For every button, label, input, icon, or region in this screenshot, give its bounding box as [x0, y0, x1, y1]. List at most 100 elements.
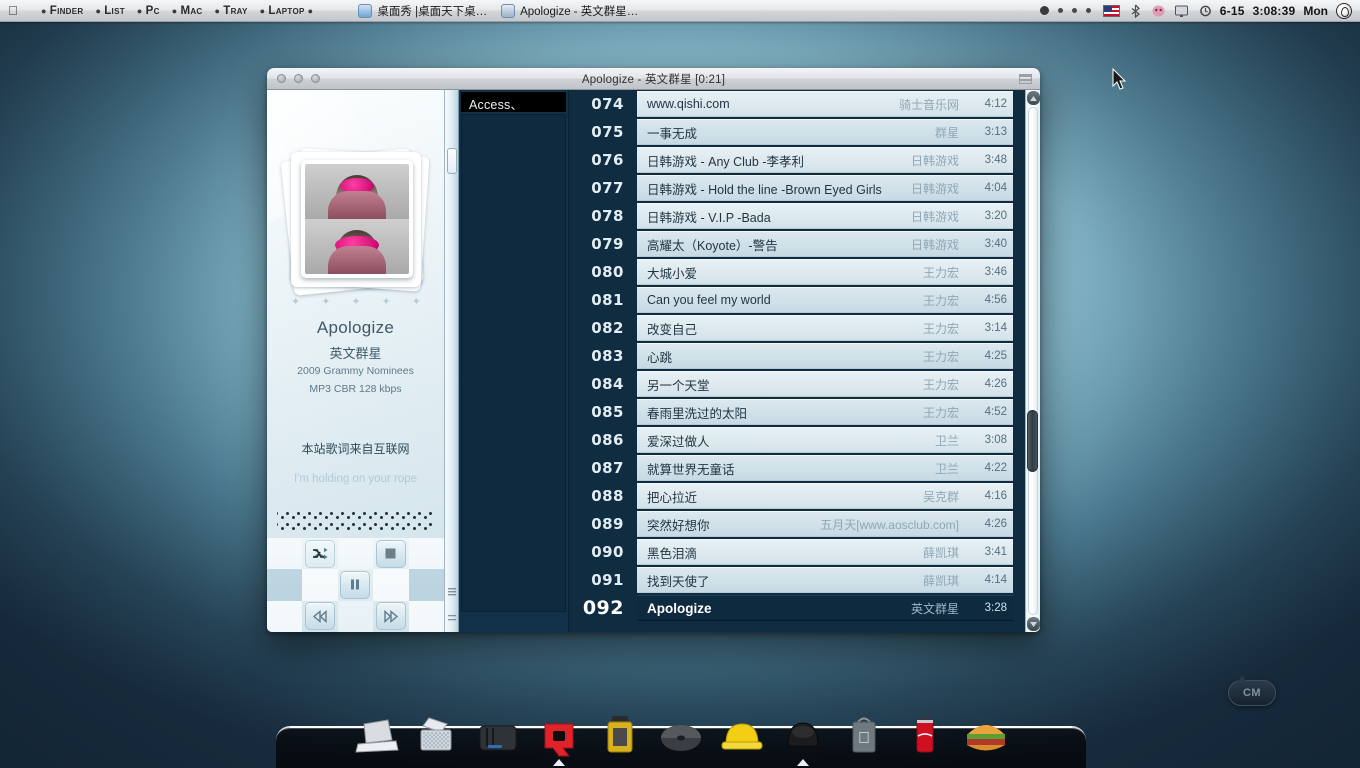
desktop-widget[interactable]: CM	[1228, 676, 1276, 706]
row-body[interactable]: 春雨里洗过的太阳 王力宏 4:52	[637, 399, 1013, 425]
row-body[interactable]: 把心拉近 吴克群 4:16	[637, 483, 1013, 509]
scroll-down-button[interactable]	[1027, 617, 1040, 631]
row-body[interactable]: 黑色泪滴 薛凯琪 3:41	[637, 539, 1013, 565]
taskbar-button-desktop[interactable]: 桌面秀 |桌面天下桌…	[358, 3, 487, 19]
row-body[interactable]: www.qishi.com 骑士音乐网 4:12	[637, 91, 1013, 117]
apple-logo-icon[interactable]: 	[0, 4, 26, 17]
row-body[interactable]: 日韩游戏 - V.I.P -Bada 日韩游戏 3:20	[637, 203, 1013, 229]
music-player-window[interactable]: Apologize - 英文群星 [0:21] ✦ ✦ ✦ ✦ ✦ Apolog…	[267, 68, 1040, 632]
playlist-row[interactable]: 077 日韩游戏 - Hold the line -Brown Eyed Girl…	[569, 174, 1025, 202]
pause-button[interactable]	[338, 569, 373, 600]
menubar-item-laptop[interactable]: ● Laptop ●	[255, 4, 319, 18]
star-icon[interactable]: ✦	[291, 295, 300, 308]
list-view-icon[interactable]	[448, 583, 456, 596]
playlist-row[interactable]: 081 Can you feel my world 王力宏 4:56	[569, 286, 1025, 314]
dock[interactable]: 	[276, 706, 1086, 768]
window-titlebar[interactable]: Apologize - 英文群星 [0:21]	[267, 68, 1040, 90]
pink-widget-icon[interactable]	[1151, 4, 1166, 18]
coca-cola-can-icon[interactable]	[901, 710, 949, 762]
row-body[interactable]: 改变自己 王力宏 3:14	[637, 315, 1013, 341]
bluetooth-icon[interactable]	[1128, 4, 1143, 18]
pane-divider-thumb[interactable]	[447, 148, 457, 174]
harddrive-icon[interactable]	[474, 710, 522, 762]
menubar-weekday[interactable]: Mon	[1303, 4, 1328, 18]
row-body[interactable]: 日韩游戏 - Hold the line -Brown Eyed Girls 日韩…	[637, 175, 1013, 201]
sidebar-header[interactable]: Access、	[461, 92, 566, 112]
menubar-item-tray[interactable]: ● Tray	[210, 4, 253, 18]
row-body[interactable]: 日韩游戏 - Any Club -李孝利 日韩游戏 3:48	[637, 147, 1013, 173]
row-body[interactable]: 爱深过做人 卫兰 3:08	[637, 427, 1013, 453]
playlist-row[interactable]: 076 日韩游戏 - Any Club -李孝利 日韩游戏 3:48	[569, 146, 1025, 174]
menubar-item-mac[interactable]: ● Mac	[167, 4, 208, 18]
playlist-row[interactable]: 084 另一个天堂 王力宏 4:26	[569, 370, 1025, 398]
yellow-helmet-icon[interactable]	[718, 710, 766, 762]
disc-icon[interactable]	[657, 710, 705, 762]
rating-stars[interactable]: ✦ ✦ ✦ ✦ ✦	[291, 295, 421, 308]
menubar-item-pc[interactable]: ● Pc	[132, 4, 165, 18]
playlist-row[interactable]: 082 改变自己 王力宏 3:14	[569, 314, 1025, 342]
stop-button[interactable]	[373, 538, 408, 569]
black-helmet-icon[interactable]	[779, 710, 827, 766]
row-body[interactable]: 就算世界无童话 卫兰 4:22	[637, 455, 1013, 481]
star-icon[interactable]: ✦	[412, 295, 421, 308]
row-body[interactable]: 突然好想你 五月天[www.aosclub.com] 4:26	[637, 511, 1013, 537]
volume-icon[interactable]	[1039, 6, 1049, 15]
row-body[interactable]: 另一个天堂 王力宏 4:26	[637, 371, 1013, 397]
album-artwork[interactable]	[280, 147, 430, 296]
settings-sliders-icon[interactable]	[448, 609, 456, 621]
playlist-row[interactable]: 090 黑色泪滴 薛凯琪 3:41	[569, 538, 1025, 566]
scroll-thumb[interactable]	[1027, 410, 1038, 472]
star-icon[interactable]: ✦	[321, 295, 330, 308]
spotlight-icon[interactable]	[1336, 2, 1352, 19]
scroll-track[interactable]	[1028, 107, 1038, 615]
playlist-sidebar[interactable]: Access、	[459, 90, 569, 632]
playlist-scrollbar[interactable]	[1025, 90, 1040, 632]
playlist-row[interactable]: 083 心跳 王力宏 4:25	[569, 342, 1025, 370]
us-flag-icon[interactable]	[1102, 4, 1120, 17]
next-button[interactable]	[373, 601, 408, 632]
star-icon[interactable]: ✦	[351, 295, 360, 308]
red-q-icon[interactable]	[535, 710, 583, 766]
shuffle-button[interactable]	[302, 538, 337, 569]
sidebar-list[interactable]	[461, 114, 566, 612]
film-canister-icon[interactable]	[596, 710, 644, 762]
burger-icon[interactable]	[962, 710, 1010, 762]
laptop-icon[interactable]	[352, 710, 400, 762]
timemachine-icon[interactable]	[1197, 4, 1212, 18]
row-body[interactable]: 高耀太（Koyote）-警告 日韩游戏 3:40	[637, 231, 1013, 257]
menubar-item-list[interactable]: ● List	[90, 4, 129, 18]
playlist-row[interactable]: 080 大城小爱 王力宏 3:46	[569, 258, 1025, 286]
playlist-row[interactable]: 078 日韩游戏 - V.I.P -Bada 日韩游戏 3:20	[569, 202, 1025, 230]
playlist-row[interactable]: 088 把心拉近 吴克群 4:16	[569, 482, 1025, 510]
menubar-clock[interactable]: 3:08:39	[1253, 4, 1296, 18]
menubar-date[interactable]: 6-15	[1220, 4, 1245, 18]
playlist-row[interactable]: 087 就算世界无童话 卫兰 4:22	[569, 454, 1025, 482]
pane-divider-scroll[interactable]	[445, 90, 459, 632]
status-dot-icon[interactable]	[1085, 8, 1091, 13]
playlist-row[interactable]: 075 一事无成 群星 3:13	[569, 118, 1025, 146]
scroll-up-button[interactable]	[1027, 91, 1040, 105]
printer-icon[interactable]	[413, 710, 461, 762]
row-body[interactable]: Can you feel my world 王力宏 4:56	[637, 287, 1013, 313]
status-dot-icon[interactable]	[1057, 8, 1063, 13]
previous-button[interactable]	[302, 601, 337, 632]
row-body[interactable]: 大城小爱 王力宏 3:46	[637, 259, 1013, 285]
apple-bag-icon[interactable]: 	[840, 710, 888, 762]
playlist-row[interactable]: 086 爱深过做人 卫兰 3:08	[569, 426, 1025, 454]
playlist-row[interactable]: 089 突然好想你 五月天[www.aosclub.com] 4:26	[569, 510, 1025, 538]
playlist-panel[interactable]: 074 www.qishi.com 骑士音乐网 4:12 075 一事无成 群星 3:13 07…	[569, 90, 1040, 632]
playlist-row[interactable]: 091 找到天使了 薛凯琪 4:14	[569, 566, 1025, 594]
star-icon[interactable]: ✦	[382, 295, 391, 308]
playlist-row[interactable]: 085 春雨里洗过的太阳 王力宏 4:52	[569, 398, 1025, 426]
playlist-row[interactable]: 079 高耀太（Koyote）-警告 日韩游戏 3:40	[569, 230, 1025, 258]
row-body[interactable]: 一事无成 群星 3:13	[637, 119, 1013, 145]
menubar-item-finder[interactable]: ● Finder	[36, 4, 88, 18]
row-body[interactable]: Apologize 英文群星 3:28	[637, 595, 1013, 621]
status-dot-icon[interactable]	[1071, 8, 1077, 13]
window-menu-icon[interactable]	[1019, 74, 1032, 84]
playlist-row[interactable]: 074 www.qishi.com 骑士音乐网 4:12	[569, 90, 1025, 118]
taskbar-button-player[interactable]: Apologize - 英文群星…	[501, 3, 638, 19]
row-body[interactable]: 心跳 王力宏 4:25	[637, 343, 1013, 369]
row-body[interactable]: 找到天使了 薛凯琪 4:14	[637, 567, 1013, 593]
display-icon[interactable]	[1174, 4, 1189, 18]
